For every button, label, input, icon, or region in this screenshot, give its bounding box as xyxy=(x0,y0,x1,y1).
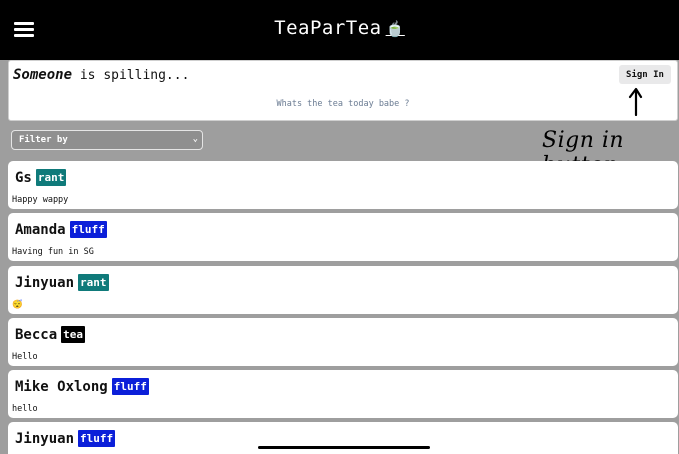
tea-cup-icon: 🍵 xyxy=(385,20,405,38)
post-author: Becca xyxy=(15,327,58,343)
post-tag-badge: fluff xyxy=(69,221,107,238)
app-header: TeaParTea 🍵 xyxy=(0,0,679,60)
post-author-line: Jinyuan fluff xyxy=(15,430,116,447)
post-body: Happy wappy xyxy=(12,195,69,205)
post-tag-badge: rant xyxy=(35,169,67,186)
annotation-arrow-icon xyxy=(628,87,643,116)
post-card[interactable]: Becca tea Hello xyxy=(8,318,678,366)
post-card[interactable]: Gs rant Happy wappy xyxy=(8,161,678,209)
post-tag-badge: tea xyxy=(61,326,86,343)
post-author-line: Gs rant xyxy=(15,169,67,186)
post-tag-badge: rant xyxy=(78,274,109,291)
post-card[interactable]: Jinyuan fluff xyxy=(8,422,678,454)
post-author: Amanda xyxy=(15,222,66,238)
post-author: Gs xyxy=(15,170,32,186)
home-indicator[interactable] xyxy=(258,446,430,449)
post-body: 😴 xyxy=(12,300,23,310)
post-author-line: Jinyuan rant xyxy=(15,274,109,291)
post-composer[interactable]: Someone is spilling... Sign In Whats the… xyxy=(8,60,678,121)
post-author-line: Amanda fluff xyxy=(15,221,107,238)
post-card[interactable]: Amanda fluff Having fun in SG xyxy=(8,213,678,261)
composer-author-name: Someone xyxy=(13,67,73,83)
post-body: hello xyxy=(12,404,38,414)
composer-author-line: Someone is spilling... xyxy=(13,67,189,83)
app-title-text: TeaParTea xyxy=(274,17,382,39)
post-author: Jinyuan xyxy=(15,275,75,291)
chevron-down-icon: ⌄ xyxy=(192,134,198,144)
sign-in-button[interactable]: Sign In xyxy=(619,65,671,84)
post-author-line: Becca tea xyxy=(15,326,86,343)
post-tag-badge: fluff xyxy=(78,430,116,447)
composer-author-suffix: is spilling... xyxy=(72,68,190,83)
composer-input[interactable]: Whats the tea today babe ? xyxy=(9,99,677,109)
app-title: TeaParTea 🍵 xyxy=(0,17,679,39)
post-author-line: Mike Oxlong fluff xyxy=(15,378,149,395)
filter-dropdown[interactable]: Filter by ⌄ xyxy=(11,130,203,150)
post-body: Having fun in SG xyxy=(12,247,94,257)
post-body: Hello xyxy=(12,352,38,362)
post-author: Mike Oxlong xyxy=(15,379,108,395)
post-author: Jinyuan xyxy=(15,431,75,447)
post-card[interactable]: Mike Oxlong fluff hello xyxy=(8,370,678,418)
post-tag-badge: fluff xyxy=(111,378,149,395)
post-card[interactable]: Jinyuan rant 😴 xyxy=(8,266,678,314)
filter-label: Filter by xyxy=(19,135,68,145)
